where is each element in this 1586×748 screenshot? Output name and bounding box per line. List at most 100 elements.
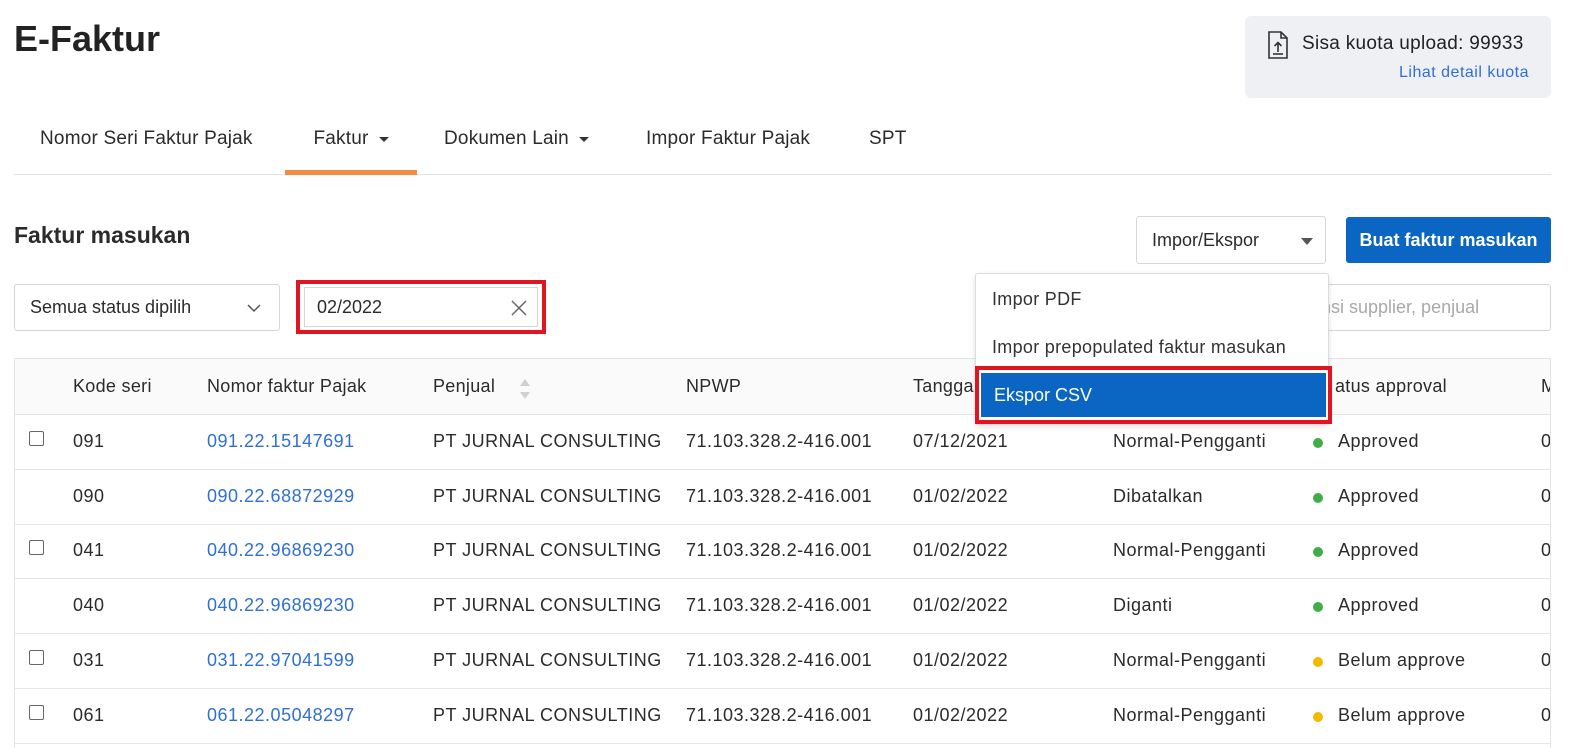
caret-down-icon <box>1301 238 1313 245</box>
menu-item-impor-pdf[interactable]: Impor PDF <box>992 289 1082 310</box>
cell-penjual: PT JURNAL CONSULTING <box>433 540 662 561</box>
column-header-status-approval: atus approval <box>1335 376 1447 396</box>
status-filter-value: Semua status dipilih <box>30 297 192 317</box>
cell-jenis: Normal-Pengganti <box>1113 649 1267 670</box>
cell-jenis: Normal-Pengganti <box>1113 704 1267 725</box>
impor-ekspor-label: Impor/Ekspor <box>1152 229 1260 250</box>
cell-tanggal: 07/12/2021 <box>913 431 1009 451</box>
cell-tanggal: 01/02/2022 <box>913 649 1009 670</box>
cell-m: 0 <box>1541 704 1551 725</box>
table-row: 041 040.22.96869230 PT JURNAL CONSULTING 71… <box>15 524 1551 580</box>
cell-tanggal: 01/02/2022 <box>913 595 1009 616</box>
column-header-m: M <box>1541 376 1550 397</box>
cell-penjual: PT JURNAL CONSULTING <box>433 649 662 670</box>
cell-penjual: PT JURNAL CONSULTING <box>433 595 662 616</box>
status-dot-icon <box>1313 547 1323 558</box>
cell-penjual: PT JURNAL CONSULTING <box>433 431 662 451</box>
row-checkbox[interactable] <box>29 649 44 665</box>
period-filter-input[interactable]: 02/2022 <box>304 287 538 327</box>
status-dot-icon <box>1313 656 1323 667</box>
cell-penjual: PT JURNAL CONSULTING <box>433 485 662 506</box>
cell-tanggal: 01/02/2022 <box>913 704 1009 725</box>
upload-quota-text: Sisa kuota upload: 99933 <box>1302 33 1524 54</box>
caret-down-icon <box>578 136 589 142</box>
cell-npwp: 71.103.328.2-416.001 <box>686 595 873 616</box>
close-icon[interactable] <box>510 299 528 317</box>
cell-status-approval: Approved <box>1338 540 1420 561</box>
column-header-tanggal: Tangga <box>913 376 974 396</box>
cell-jenis: Normal-Pengganti <box>1113 540 1267 561</box>
column-header-nomor-faktur: Nomor faktur Pajak <box>207 376 367 396</box>
page-title: E-Faktur <box>14 18 161 59</box>
table-row: 061 061.22.05048297 PT JURNAL CONSULTING 71… <box>15 689 1550 744</box>
upload-document-icon <box>1268 31 1288 59</box>
cell-penjual: PT JURNAL CONSULTING <box>433 704 662 725</box>
tab-nomor-seri-faktur-pajak[interactable]: Nomor Seri Faktur Pajak <box>40 104 253 174</box>
cell-jenis: Diganti <box>1113 595 1173 616</box>
cell-nomor-faktur-link[interactable]: 090.22.68872929 <box>207 486 355 507</box>
tab-label: Dokumen Lain <box>444 128 569 149</box>
cell-nomor-faktur-link[interactable]: 031.22.97041599 <box>207 650 355 671</box>
view-quota-detail-link[interactable]: Lihat detail kuota <box>1399 64 1529 82</box>
cell-status-approval: Approved <box>1338 485 1420 506</box>
status-filter-select[interactable]: Semua status dipilih <box>14 284 280 331</box>
cell-nomor-faktur-link[interactable]: 040.22.96869230 <box>207 595 355 616</box>
row-checkbox[interactable] <box>29 431 44 446</box>
cell-npwp: 71.103.328.2-416.001 <box>686 540 873 561</box>
cell-npwp: 71.103.328.2-416.001 <box>686 649 873 670</box>
tab-label: Nomor Seri Faktur Pajak <box>40 128 253 149</box>
cell-status-approval: Approved <box>1338 431 1420 451</box>
cell-m: 0 <box>1541 431 1551 451</box>
menu-item-ekspor-csv[interactable]: Ekspor CSV <box>981 373 1326 417</box>
cell-npwp: 71.103.328.2-416.001 <box>686 704 873 725</box>
tab-faktur[interactable]: Faktur <box>285 104 417 175</box>
status-dot-icon <box>1313 492 1323 503</box>
cell-jenis: Normal-Pengganti <box>1113 431 1267 451</box>
period-filter-value: 02/2022 <box>317 296 383 317</box>
impor-ekspor-dropdown-button[interactable]: Impor/Ekspor <box>1136 216 1326 264</box>
cell-kode-seri: 090 <box>73 485 105 506</box>
tab-spt[interactable]: SPT <box>869 104 907 174</box>
create-faktur-masukan-button[interactable]: Buat faktur masukan <box>1346 217 1551 263</box>
cell-tanggal: 01/02/2022 <box>913 540 1009 561</box>
menu-item-highlight: Ekspor CSV <box>975 366 1332 424</box>
cell-npwp: 71.103.328.2-416.001 <box>686 431 873 451</box>
tab-impor-faktur-pajak[interactable]: Impor Faktur Pajak <box>646 104 810 174</box>
row-checkbox[interactable] <box>29 540 44 556</box>
search-placeholder: nsi supplier, penjual <box>1321 297 1480 317</box>
status-dot-icon <box>1313 711 1323 722</box>
table-row: 040 040.22.96869230 PT JURNAL CONSULTING 71… <box>15 579 1550 635</box>
tab-dokumen-lain[interactable]: Dokumen Lain <box>444 104 589 174</box>
date-filter-highlight: 02/2022 <box>296 280 546 334</box>
column-header-kode-seri: Kode seri <box>73 376 152 396</box>
cell-nomor-faktur-link[interactable]: 061.22.05048297 <box>207 705 355 726</box>
cell-m: 0 <box>1541 649 1551 670</box>
search-input[interactable]: nsi supplier, penjual <box>1320 284 1551 331</box>
cell-jenis: Dibatalkan <box>1113 485 1204 506</box>
cell-kode-seri: 041 <box>73 540 105 561</box>
tab-label: SPT <box>869 128 907 149</box>
cell-m: 0 <box>1541 485 1551 506</box>
table-row: 090 090.22.68872929 PT JURNAL CONSULTING 71… <box>15 470 1550 525</box>
cell-nomor-faktur-link[interactable]: 091.22.15147691 <box>207 431 355 452</box>
cell-kode-seri: 061 <box>73 704 105 725</box>
cell-kode-seri: 040 <box>73 595 105 616</box>
cell-kode-seri: 091 <box>73 431 105 451</box>
column-header-npwp: NPWP <box>686 376 742 396</box>
caret-down-icon <box>378 136 389 142</box>
row-checkbox[interactable] <box>29 704 44 720</box>
cell-kode-seri: 031 <box>73 649 105 670</box>
cell-status-approval: Approved <box>1338 595 1420 616</box>
menu-item-impor-prepopulated[interactable]: Impor prepopulated faktur masukan <box>992 337 1286 358</box>
chevron-down-icon <box>247 304 261 313</box>
cell-status-approval: Belum approve <box>1338 649 1466 670</box>
column-header-penjual[interactable]: Penjual <box>433 376 495 397</box>
section-title: Faktur masukan <box>14 222 191 248</box>
sort-icon[interactable] <box>519 378 531 400</box>
tab-label: Faktur <box>313 128 369 149</box>
cell-nomor-faktur-link[interactable]: 040.22.96869230 <box>207 540 355 561</box>
tab-label: Impor Faktur Pajak <box>646 128 811 149</box>
cell-m: 0 <box>1541 540 1551 561</box>
cell-tanggal: 01/02/2022 <box>913 485 1009 506</box>
table-row: 031 031.22.97041599 PT JURNAL CONSULTING 71… <box>15 634 1550 689</box>
